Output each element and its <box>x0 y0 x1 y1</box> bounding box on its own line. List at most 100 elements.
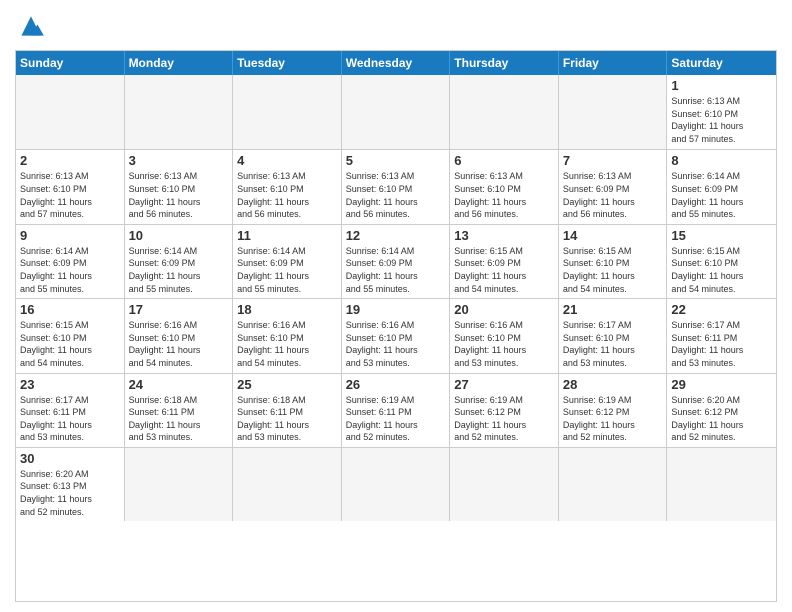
day-cell-2: 2 Sunrise: 6:13 AM Sunset: 6:10 PM Daylig… <box>16 150 125 223</box>
day-info: Sunrise: 6:15 AM Sunset: 6:10 PM Dayligh… <box>20 319 120 369</box>
empty-cell-5-1 <box>125 448 234 521</box>
day-info: Sunrise: 6:13 AM Sunset: 6:10 PM Dayligh… <box>346 170 446 220</box>
day-number: 19 <box>346 302 446 317</box>
calendar-body: 1 Sunrise: 6:13 AM Sunset: 6:10 PM Daylig… <box>16 75 776 521</box>
day-number: 8 <box>671 153 772 168</box>
day-info: Sunrise: 6:17 AM Sunset: 6:11 PM Dayligh… <box>671 319 772 369</box>
day-cell-12: 12Sunrise: 6:14 AM Sunset: 6:09 PM Dayli… <box>342 225 451 298</box>
calendar: SundayMondayTuesdayWednesdayThursdayFrid… <box>15 50 777 602</box>
day-info: Sunrise: 6:17 AM Sunset: 6:10 PM Dayligh… <box>563 319 663 369</box>
day-info: Sunrise: 6:17 AM Sunset: 6:11 PM Dayligh… <box>20 394 120 444</box>
day-number: 11 <box>237 228 337 243</box>
header-day-wednesday: Wednesday <box>342 51 451 75</box>
day-info: Sunrise: 6:13 AM Sunset: 6:10 PM Dayligh… <box>671 95 772 145</box>
day-number: 24 <box>129 377 229 392</box>
day-number: 23 <box>20 377 120 392</box>
day-info: Sunrise: 6:16 AM Sunset: 6:10 PM Dayligh… <box>346 319 446 369</box>
day-cell-26: 26 Sunrise: 6:19 AM Sunset: 6:11 PM Dayli… <box>342 374 451 447</box>
empty-cell-5-4 <box>450 448 559 521</box>
empty-cell-0-3 <box>342 75 451 149</box>
day-info: Sunrise: 6:19 AM Sunset: 6:11 PM Dayligh… <box>346 394 446 444</box>
day-info: Sunrise: 6:14 AM Sunset: 6:09 PM Dayligh… <box>671 170 772 220</box>
empty-cell-5-2 <box>233 448 342 521</box>
day-cell-24: 24Sunrise: 6:18 AM Sunset: 6:11 PM Dayli… <box>125 374 234 447</box>
day-number: 3 <box>129 153 229 168</box>
day-number: 10 <box>129 228 229 243</box>
header-day-thursday: Thursday <box>450 51 559 75</box>
week-row-3: 16Sunrise: 6:15 AM Sunset: 6:10 PM Dayli… <box>16 298 776 372</box>
day-cell-5: 5 Sunrise: 6:13 AM Sunset: 6:10 PM Daylig… <box>342 150 451 223</box>
day-info: Sunrise: 6:13 AM Sunset: 6:10 PM Dayligh… <box>454 170 554 220</box>
empty-cell-0-2 <box>233 75 342 149</box>
day-number: 2 <box>20 153 120 168</box>
day-info: Sunrise: 6:15 AM Sunset: 6:09 PM Dayligh… <box>454 245 554 295</box>
logo <box>15 10 51 42</box>
header-day-sunday: Sunday <box>16 51 125 75</box>
day-cell-11: 11 Sunrise: 6:14 AM Sunset: 6:09 PM Dayli… <box>233 225 342 298</box>
day-number: 27 <box>454 377 554 392</box>
page: SundayMondayTuesdayWednesdayThursdayFrid… <box>0 0 792 612</box>
day-cell-19: 19 Sunrise: 6:16 AM Sunset: 6:10 PM Dayli… <box>342 299 451 372</box>
day-cell-23: 23 Sunrise: 6:17 AM Sunset: 6:11 PM Dayli… <box>16 374 125 447</box>
day-info: Sunrise: 6:20 AM Sunset: 6:13 PM Dayligh… <box>20 468 120 518</box>
empty-cell-0-5 <box>559 75 668 149</box>
week-row-1: 2 Sunrise: 6:13 AM Sunset: 6:10 PM Daylig… <box>16 149 776 223</box>
day-number: 5 <box>346 153 446 168</box>
day-number: 30 <box>20 451 120 466</box>
day-number: 26 <box>346 377 446 392</box>
header-day-friday: Friday <box>559 51 668 75</box>
day-number: 22 <box>671 302 772 317</box>
day-info: Sunrise: 6:20 AM Sunset: 6:12 PM Dayligh… <box>671 394 772 444</box>
empty-cell-5-6 <box>667 448 776 521</box>
header <box>15 10 777 42</box>
day-number: 18 <box>237 302 337 317</box>
day-info: Sunrise: 6:13 AM Sunset: 6:10 PM Dayligh… <box>129 170 229 220</box>
day-cell-4: 4Sunrise: 6:13 AM Sunset: 6:10 PM Daylig… <box>233 150 342 223</box>
day-info: Sunrise: 6:13 AM Sunset: 6:09 PM Dayligh… <box>563 170 663 220</box>
day-cell-14: 14 Sunrise: 6:15 AM Sunset: 6:10 PM Dayli… <box>559 225 668 298</box>
day-cell-25: 25Sunrise: 6:18 AM Sunset: 6:11 PM Dayli… <box>233 374 342 447</box>
day-cell-6: 6Sunrise: 6:13 AM Sunset: 6:10 PM Daylig… <box>450 150 559 223</box>
day-number: 17 <box>129 302 229 317</box>
day-info: Sunrise: 6:15 AM Sunset: 6:10 PM Dayligh… <box>563 245 663 295</box>
day-cell-1: 1 Sunrise: 6:13 AM Sunset: 6:10 PM Daylig… <box>667 75 776 149</box>
day-info: Sunrise: 6:15 AM Sunset: 6:10 PM Dayligh… <box>671 245 772 295</box>
day-cell-7: 7Sunrise: 6:13 AM Sunset: 6:09 PM Daylig… <box>559 150 668 223</box>
day-info: Sunrise: 6:14 AM Sunset: 6:09 PM Dayligh… <box>129 245 229 295</box>
day-info: Sunrise: 6:14 AM Sunset: 6:09 PM Dayligh… <box>20 245 120 295</box>
empty-cell-5-5 <box>559 448 668 521</box>
day-cell-8: 8 Sunrise: 6:14 AM Sunset: 6:09 PM Daylig… <box>667 150 776 223</box>
day-cell-20: 20Sunrise: 6:16 AM Sunset: 6:10 PM Dayli… <box>450 299 559 372</box>
empty-cell-0-4 <box>450 75 559 149</box>
header-day-tuesday: Tuesday <box>233 51 342 75</box>
week-row-0: 1 Sunrise: 6:13 AM Sunset: 6:10 PM Daylig… <box>16 75 776 149</box>
day-cell-17: 17Sunrise: 6:16 AM Sunset: 6:10 PM Dayli… <box>125 299 234 372</box>
day-info: Sunrise: 6:13 AM Sunset: 6:10 PM Dayligh… <box>20 170 120 220</box>
day-info: Sunrise: 6:16 AM Sunset: 6:10 PM Dayligh… <box>454 319 554 369</box>
empty-cell-0-0 <box>16 75 125 149</box>
day-cell-9: 9 Sunrise: 6:14 AM Sunset: 6:09 PM Daylig… <box>16 225 125 298</box>
day-number: 15 <box>671 228 772 243</box>
day-number: 1 <box>671 78 772 93</box>
day-number: 9 <box>20 228 120 243</box>
day-cell-30: 30 Sunrise: 6:20 AM Sunset: 6:13 PM Dayli… <box>16 448 125 521</box>
day-number: 28 <box>563 377 663 392</box>
day-cell-15: 15 Sunrise: 6:15 AM Sunset: 6:10 PM Dayli… <box>667 225 776 298</box>
header-day-monday: Monday <box>125 51 234 75</box>
empty-cell-0-1 <box>125 75 234 149</box>
day-cell-18: 18Sunrise: 6:16 AM Sunset: 6:10 PM Dayli… <box>233 299 342 372</box>
day-cell-22: 22 Sunrise: 6:17 AM Sunset: 6:11 PM Dayli… <box>667 299 776 372</box>
day-info: Sunrise: 6:14 AM Sunset: 6:09 PM Dayligh… <box>237 245 337 295</box>
day-cell-28: 28 Sunrise: 6:19 AM Sunset: 6:12 PM Dayli… <box>559 374 668 447</box>
day-number: 14 <box>563 228 663 243</box>
day-cell-3: 3 Sunrise: 6:13 AM Sunset: 6:10 PM Daylig… <box>125 150 234 223</box>
day-number: 25 <box>237 377 337 392</box>
day-number: 4 <box>237 153 337 168</box>
logo-icon <box>15 10 47 42</box>
day-cell-29: 29Sunrise: 6:20 AM Sunset: 6:12 PM Dayli… <box>667 374 776 447</box>
header-day-saturday: Saturday <box>667 51 776 75</box>
day-cell-16: 16Sunrise: 6:15 AM Sunset: 6:10 PM Dayli… <box>16 299 125 372</box>
day-info: Sunrise: 6:19 AM Sunset: 6:12 PM Dayligh… <box>563 394 663 444</box>
day-number: 13 <box>454 228 554 243</box>
empty-cell-5-3 <box>342 448 451 521</box>
